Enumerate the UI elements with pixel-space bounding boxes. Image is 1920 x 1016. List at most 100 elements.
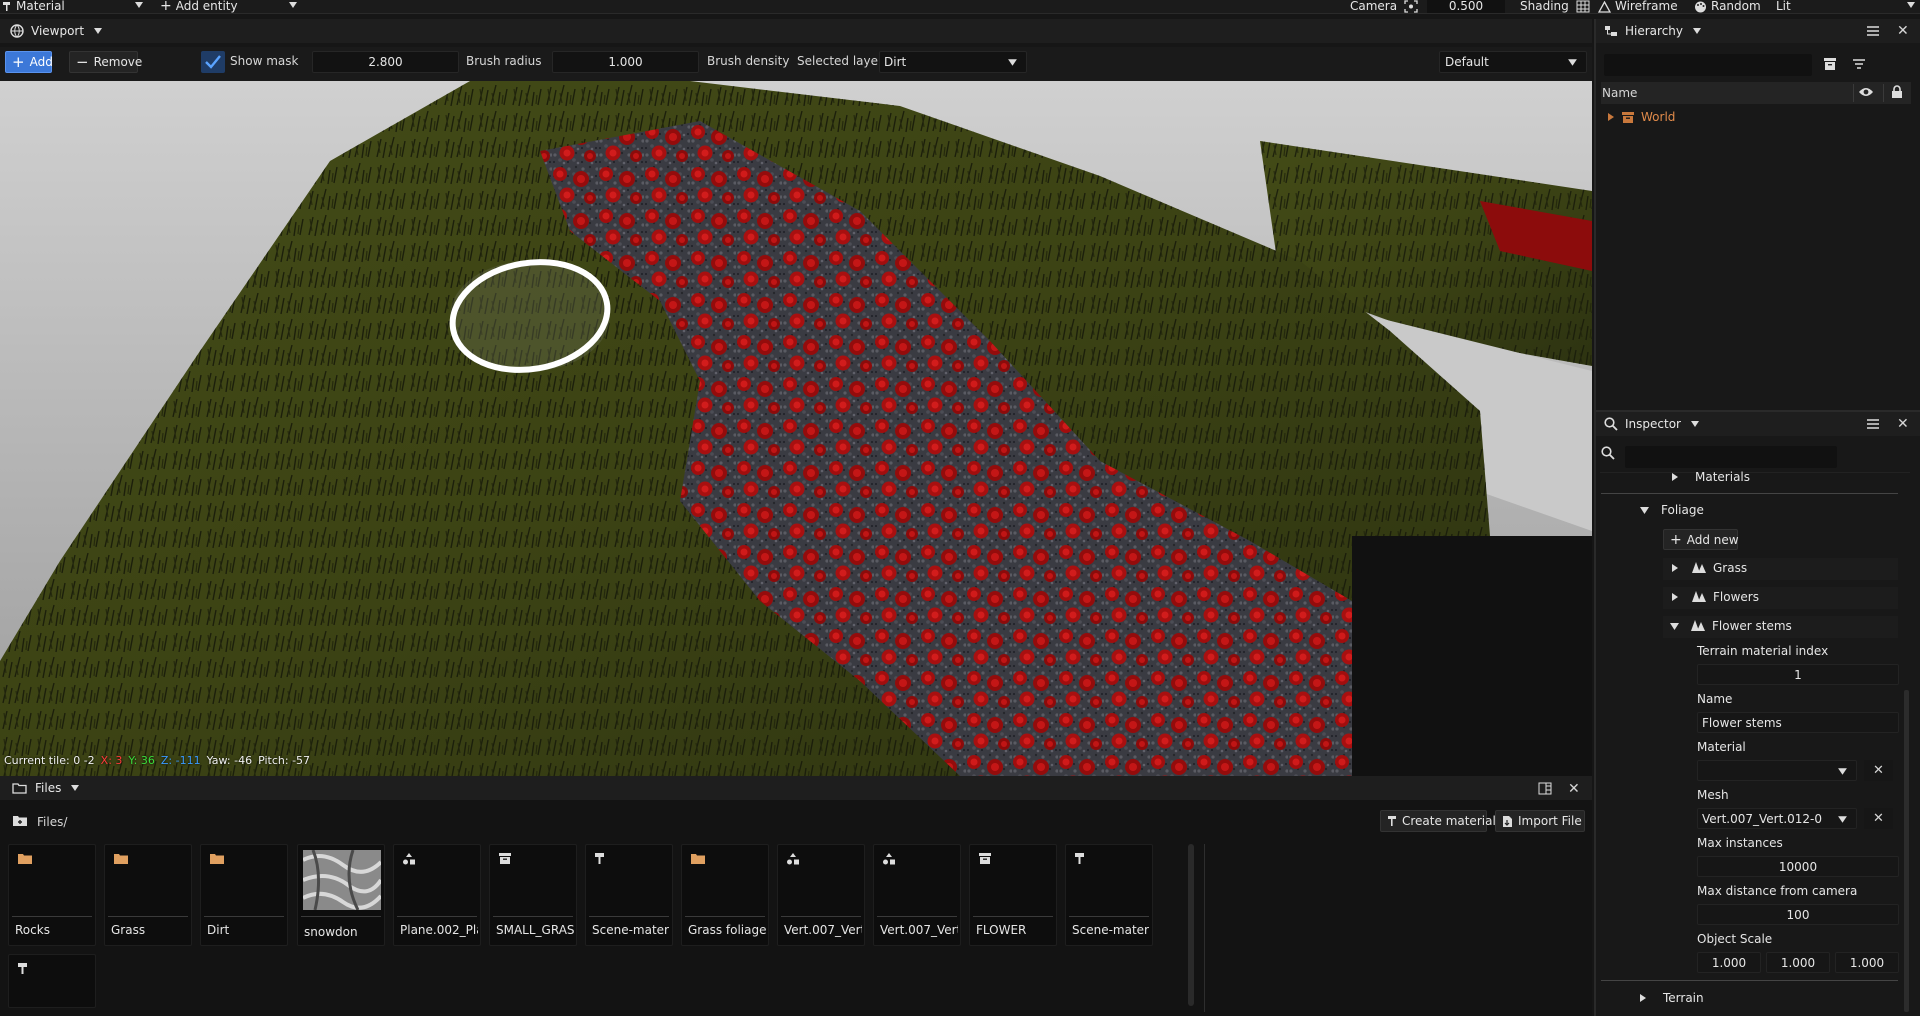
file-tile[interactable]: Grass foliage	[681, 844, 769, 946]
preset-dropdown[interactable]: Default	[1439, 51, 1587, 73]
file-tile[interactable]	[8, 954, 96, 1008]
archive-icon[interactable]	[1823, 57, 1837, 71]
viewport-status-line: Current tile: 0 -2 X: 3 Y: 36 Z: -111 Ya…	[4, 754, 310, 767]
camera-focus-icon[interactable]	[1404, 0, 1418, 13]
inspector-title[interactable]: Inspector	[1625, 417, 1681, 431]
terrain-label: Terrain	[1663, 991, 1704, 1005]
object-scale-z-field[interactable]: 1.000	[1835, 952, 1899, 973]
lit-dropdown-icon[interactable]	[1906, 0, 1916, 10]
remove-mode-button[interactable]: − Remove	[69, 51, 142, 73]
material-menu[interactable]: Material	[2, 0, 65, 13]
yaw-text: Yaw: -46	[206, 754, 253, 767]
selected-layer-dropdown[interactable]: Dirt	[879, 51, 1027, 73]
add-new-foliage-button[interactable]: + Add new	[1663, 529, 1739, 550]
chevron-down-icon	[1837, 814, 1848, 825]
material-dropdown[interactable]	[1697, 760, 1857, 781]
folder-outline-icon	[12, 782, 27, 794]
foliage-section[interactable]: Foliage	[1639, 503, 1704, 517]
chevron-down-icon	[1567, 57, 1578, 68]
selected-layer-label: Selected layer	[797, 54, 883, 68]
split-view-icon[interactable]	[1538, 782, 1552, 795]
inspector-search-input[interactable]	[1625, 446, 1837, 468]
hierarchy-search-input[interactable]	[1604, 54, 1812, 76]
show-mask-checkbox[interactable]	[201, 51, 225, 73]
hierarchy-menu-icon[interactable]	[1866, 25, 1880, 37]
caret-right-icon	[1671, 592, 1679, 602]
file-tile[interactable]: Vert.007_Vert.0	[777, 844, 865, 946]
hierarchy-dropdown-icon[interactable]	[1692, 26, 1702, 36]
hierarchy-title[interactable]: Hierarchy	[1625, 24, 1683, 38]
globe-icon	[10, 24, 24, 38]
files-title[interactable]: Files	[35, 781, 61, 795]
file-tile[interactable]: Scene-materia	[585, 844, 673, 946]
name-column-label: Name	[1602, 86, 1638, 100]
random-label: Random	[1711, 0, 1761, 13]
inspector-menu-icon[interactable]	[1866, 418, 1880, 430]
close-files-icon[interactable]: ✕	[1568, 781, 1580, 797]
folder-icon	[690, 852, 706, 865]
file-tile[interactable]: Plane.002_Pla	[393, 844, 481, 946]
add-entity-dropdown-icon[interactable]	[288, 0, 298, 10]
clear-material-icon[interactable]: ✕	[1864, 760, 1893, 781]
create-material-button[interactable]: Create material	[1380, 810, 1496, 832]
import-file-button[interactable]: Import File	[1495, 810, 1585, 832]
mesh-dropdown[interactable]: Vert.007_Vert.012-0	[1697, 808, 1857, 829]
max-distance-label: Max distance from camera	[1697, 884, 1858, 898]
file-tile[interactable]: SMALL_GRASS	[489, 844, 577, 946]
max-instances-field[interactable]: 10000	[1697, 856, 1899, 877]
object-scale-x-field[interactable]: 1.000	[1697, 952, 1761, 973]
lock-icon[interactable]	[1891, 85, 1903, 99]
files-scrollbar[interactable]	[1188, 844, 1194, 1006]
file-tile[interactable]: Grass	[104, 844, 192, 946]
material-icon	[594, 852, 606, 865]
caret-right-icon	[1639, 993, 1647, 1003]
terrain-material-index-field[interactable]: 1	[1697, 664, 1899, 685]
file-tile[interactable]: Scene-materia	[1065, 844, 1153, 946]
wireframe-toggle[interactable]: Wireframe	[1598, 0, 1678, 13]
terrain-material-index-label: Terrain material index	[1697, 644, 1829, 658]
add-mode-button[interactable]: + Add	[5, 51, 53, 73]
new-folder-icon[interactable]	[12, 814, 28, 827]
files-path[interactable]: Files/	[37, 815, 67, 829]
inspector-scrollbar[interactable]	[1904, 690, 1909, 1012]
brush-density-field[interactable]: 1.000	[552, 51, 699, 73]
triangle-icon	[1598, 0, 1611, 13]
files-dropdown-icon[interactable]	[70, 783, 80, 793]
viewport-canvas[interactable]	[0, 81, 1592, 776]
material-dropdown-icon[interactable]	[134, 0, 144, 10]
folder-icon	[209, 852, 225, 865]
lit-dropdown[interactable]: Lit	[1776, 0, 1912, 13]
file-tile-label: Scene-materia	[1072, 923, 1150, 937]
trees-icon	[1691, 561, 1707, 575]
caret-right-icon	[1671, 563, 1679, 573]
random-toggle[interactable]: Random	[1694, 0, 1761, 13]
add-entity-menu[interactable]: + Add entity	[160, 0, 238, 13]
terrain-section[interactable]: Terrain	[1639, 991, 1704, 1005]
brush-radius-field[interactable]: 2.800	[312, 51, 459, 73]
brush-density-label: Brush density	[707, 54, 790, 68]
file-tile-label: Scene-materia	[592, 923, 670, 937]
file-tile[interactable]: Rocks	[8, 844, 96, 946]
file-tile[interactable]: Dirt	[200, 844, 288, 946]
clear-mesh-icon[interactable]: ✕	[1864, 808, 1893, 829]
file-tile[interactable]: FLOWER	[969, 844, 1057, 946]
grid-icon[interactable]	[1576, 0, 1590, 13]
object-scale-label: Object Scale	[1697, 932, 1773, 946]
object-scale-y-field[interactable]: 1.000	[1766, 952, 1830, 973]
viewport-title[interactable]: Viewport	[31, 24, 84, 38]
file-tile[interactable]: Vert.007_Vert.0	[873, 844, 961, 946]
inspector-dropdown-icon[interactable]	[1690, 419, 1700, 429]
remove-mode-label: Remove	[93, 55, 143, 69]
max-distance-field[interactable]: 100	[1697, 904, 1899, 925]
close-inspector-icon[interactable]: ✕	[1897, 416, 1909, 432]
materials-section[interactable]: Materials	[1671, 470, 1750, 484]
name-field[interactable]: Flower stems	[1697, 712, 1899, 733]
viewport-dropdown-icon[interactable]	[93, 26, 103, 36]
filter-icon[interactable]	[1852, 58, 1866, 70]
camera-speed-field[interactable]: 0.500	[1427, 0, 1505, 13]
hierarchy-item-world[interactable]: World	[1607, 110, 1675, 124]
close-hierarchy-icon[interactable]: ✕	[1897, 23, 1909, 39]
visibility-eye-icon[interactable]	[1858, 86, 1874, 98]
preset-value: Default	[1445, 55, 1489, 69]
file-tile[interactable]: snowdon	[297, 844, 385, 946]
